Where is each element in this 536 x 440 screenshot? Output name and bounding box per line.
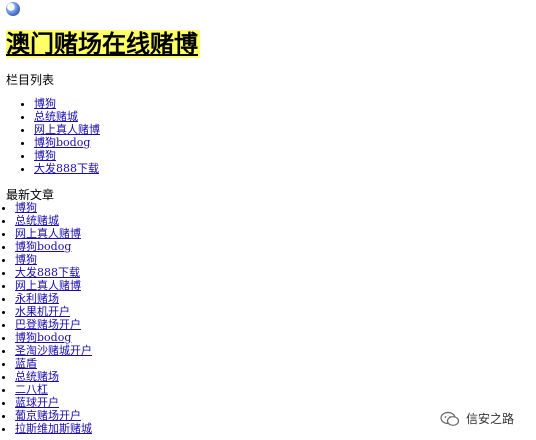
category-link[interactable]: 总统赌城 — [34, 110, 78, 123]
list-item: 网上真人赌博 — [15, 279, 92, 292]
article-link[interactable]: 葡京赌场开户 — [15, 409, 81, 422]
article-link[interactable]: 大发888下载 — [15, 266, 80, 279]
list-item: 网上真人赌博 — [15, 227, 92, 240]
list-item: 拉斯维加斯赌城 — [15, 422, 92, 435]
category-link[interactable]: 网上真人赌博 — [34, 123, 100, 136]
article-link[interactable]: 博狗 — [15, 201, 37, 214]
watermark-text: 信安之路 — [466, 412, 515, 426]
list-item: 大发888下载 — [15, 266, 92, 279]
article-link[interactable]: 圣淘沙赌城开户 — [15, 344, 92, 357]
list-item: 总统赌城 — [15, 214, 92, 227]
list-item: 博狗bodog — [34, 136, 100, 149]
list-item: 二八杠 — [15, 383, 92, 396]
list-item: 巴登赌场开户 — [15, 318, 92, 331]
category-link[interactable]: 博狗 — [34, 149, 56, 162]
list-item: 大发888下载 — [34, 162, 100, 175]
list-item: 博狗bodog — [15, 240, 92, 253]
article-link[interactable]: 网上真人赌博 — [15, 227, 81, 240]
list-item: 水果机开户 — [15, 305, 92, 318]
list-item: 博狗 — [34, 97, 100, 110]
list-item: 博狗bodog — [15, 331, 92, 344]
article-link[interactable]: 蓝球开户 — [15, 396, 59, 409]
article-link[interactable]: 总统赌城 — [15, 214, 59, 227]
article-link[interactable]: 博狗bodog — [15, 240, 71, 253]
article-link[interactable]: 博狗bodog — [15, 331, 71, 344]
article-link[interactable]: 永利赌场 — [15, 292, 59, 305]
wechat-icon — [440, 411, 460, 426]
article-link[interactable]: 二八杠 — [15, 383, 48, 396]
list-item: 总统赌场 — [15, 370, 92, 383]
category-link[interactable]: 大发888下载 — [34, 162, 99, 175]
list-item: 圣淘沙赌城开户 — [15, 344, 92, 357]
list-item: 博狗 — [15, 253, 92, 266]
category-list-heading: 栏目列表 — [6, 73, 55, 87]
article-link[interactable]: 总统赌场 — [15, 370, 59, 383]
article-link[interactable]: 拉斯维加斯赌城 — [15, 422, 92, 435]
article-link[interactable]: 博狗 — [15, 253, 37, 266]
list-item: 网上真人赌博 — [34, 123, 100, 136]
category-link[interactable]: 博狗 — [34, 97, 56, 110]
category-link[interactable]: 博狗bodog — [34, 136, 90, 149]
site-logo-icon — [6, 2, 20, 16]
article-link[interactable]: 网上真人赌博 — [15, 279, 81, 292]
list-item: 蓝盾 — [15, 357, 92, 370]
watermark: 信安之路 — [440, 410, 514, 427]
list-item: 博狗 — [15, 201, 92, 214]
list-item: 总统赌城 — [34, 110, 100, 123]
category-list: 博狗 总统赌城 网上真人赌博 博狗bodog 博狗 大发888下载 — [0, 97, 100, 175]
list-item: 博狗 — [34, 149, 100, 162]
list-item: 蓝球开户 — [15, 396, 92, 409]
page-title-link[interactable]: 澳门赌场在线赌博 — [6, 29, 198, 58]
list-item: 永利赌场 — [15, 292, 92, 305]
latest-articles-list: 博狗 总统赌城 网上真人赌博 博狗bodog 博狗 大发888下载 网上真人赌博… — [0, 201, 92, 435]
article-link[interactable]: 巴登赌场开户 — [15, 318, 81, 331]
page-title: 澳门赌场在线赌博 — [6, 30, 200, 58]
list-item: 葡京赌场开户 — [15, 409, 92, 422]
article-link[interactable]: 蓝盾 — [15, 357, 37, 370]
article-link[interactable]: 水果机开户 — [15, 305, 70, 318]
